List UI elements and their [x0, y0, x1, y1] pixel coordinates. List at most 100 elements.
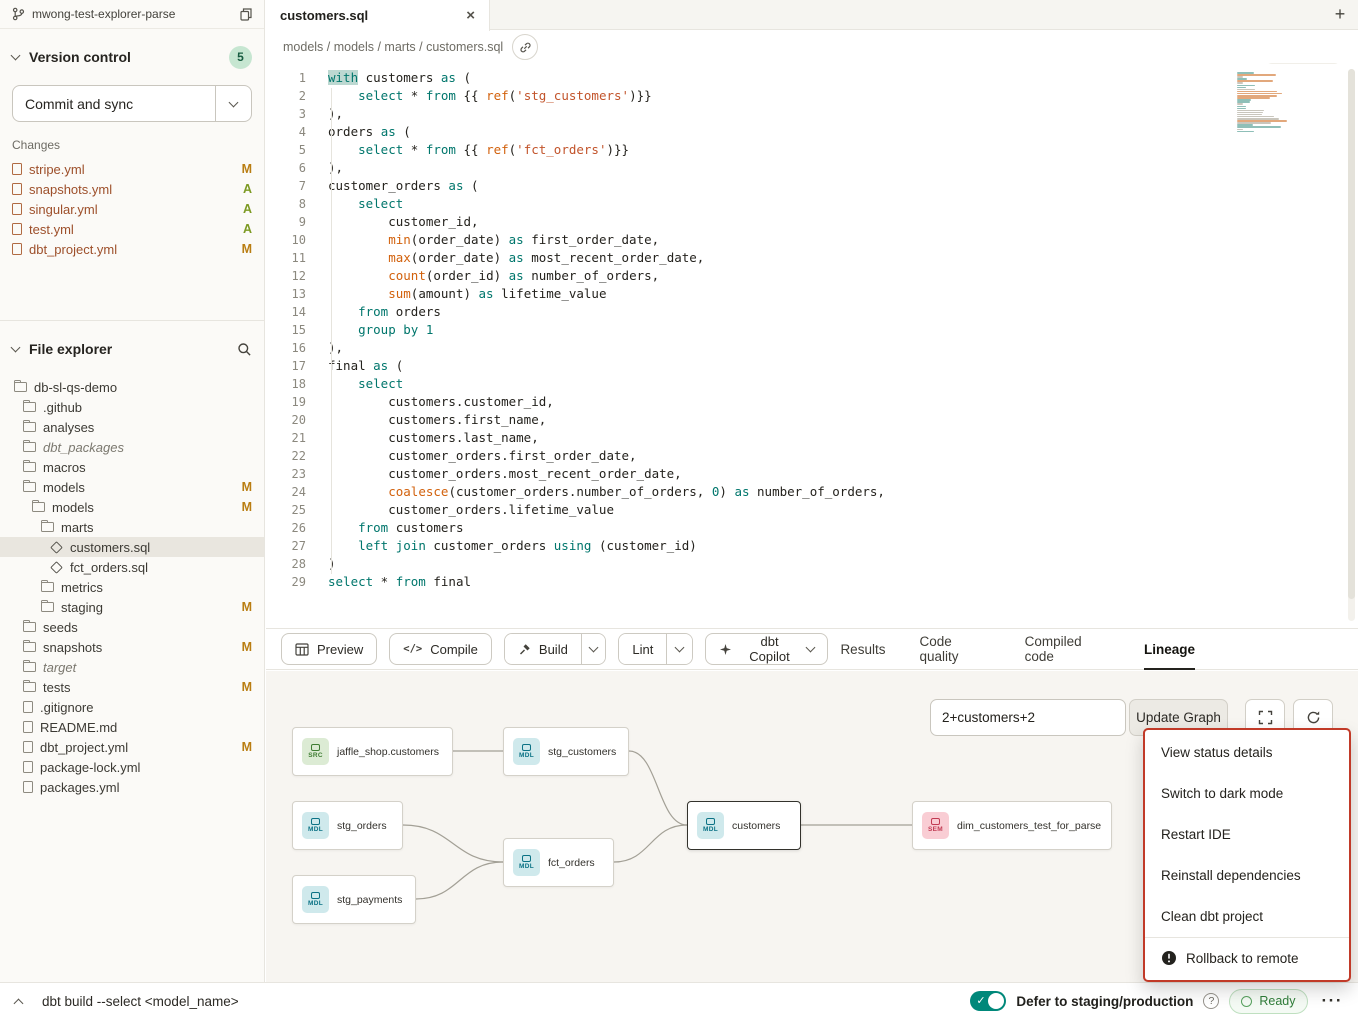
link-icon[interactable]: [512, 34, 538, 60]
menu-item-clean-dbt-project[interactable]: Clean dbt project: [1145, 896, 1349, 937]
changes-list: stripe.ymlMsnapshots.ymlAsingular.ymlAte…: [12, 159, 252, 259]
changed-file-row[interactable]: snapshots.ymlA: [12, 179, 252, 199]
changed-file-row[interactable]: dbt_project.ymlM: [12, 239, 252, 259]
line-number: 8: [266, 195, 306, 213]
close-icon[interactable]: ×: [466, 7, 475, 24]
tree-item-github[interactable]: .github: [0, 397, 264, 417]
chevron-up-icon[interactable]: [14, 998, 24, 1008]
tree-item-models[interactable]: modelsM: [0, 477, 264, 497]
new-tab-button[interactable]: +: [1322, 0, 1358, 29]
menu-item-reinstall-dependencies[interactable]: Reinstall dependencies: [1145, 855, 1349, 896]
chevron-down-icon: [589, 643, 599, 653]
commit-and-sync-button[interactable]: Commit and sync: [12, 85, 252, 122]
chevron-down-icon: [675, 643, 685, 653]
tree-item-snapshots[interactable]: snapshotsM: [0, 637, 264, 657]
tree-item-gitignore[interactable]: .gitignore: [0, 697, 264, 717]
help-icon[interactable]: ?: [1203, 993, 1219, 1009]
tab-code-quality[interactable]: Code quality: [919, 628, 990, 670]
code-line: 3),: [266, 105, 1358, 123]
node-type-label: SEM: [928, 827, 943, 834]
dbt-copilot-button[interactable]: dbt Copilot: [705, 633, 829, 665]
git-branch-icon: [12, 7, 25, 21]
menu-item-rollback-to-remote[interactable]: Rollback to remote: [1145, 937, 1349, 978]
result-tabs: Results Code quality Compiled code Lineage: [840, 628, 1195, 670]
tree-item-marts[interactable]: marts: [0, 517, 264, 537]
tree-item-label: target: [43, 660, 76, 675]
tree-item-db-sl-qs-demo[interactable]: db-sl-qs-demo: [0, 377, 264, 397]
tree-item-metrics[interactable]: metrics: [0, 577, 264, 597]
code-line: 20 customers.first_name,: [266, 411, 1358, 429]
line-number: 11: [266, 249, 306, 267]
minimap[interactable]: [1237, 72, 1295, 133]
tree-item-target[interactable]: target: [0, 657, 264, 677]
changed-file-name: singular.yml: [29, 202, 236, 217]
lineage-node-fct-orders[interactable]: MDLfct_orders: [503, 838, 614, 887]
model-icon: [50, 561, 63, 574]
code-line: 7customer_orders as (: [266, 177, 1358, 195]
line-number: 27: [266, 537, 306, 555]
file-explorer-header[interactable]: File explorer: [12, 331, 252, 367]
tree-item-analyses[interactable]: analyses: [0, 417, 264, 437]
scrollbar-thumb[interactable]: [1348, 69, 1355, 599]
more-options-button[interactable]: ···: [1322, 991, 1343, 1011]
lint-dropdown[interactable]: [666, 634, 691, 664]
tree-item-packages-yml[interactable]: packages.yml: [0, 777, 264, 797]
tree-item-fct-orders-sql[interactable]: fct_orders.sql: [0, 557, 264, 577]
search-icon[interactable]: [237, 342, 252, 357]
menu-item-view-status-details[interactable]: View status details: [1145, 732, 1349, 773]
changed-file-row[interactable]: singular.ymlA: [12, 199, 252, 219]
tab-compiled-code[interactable]: Compiled code: [1025, 628, 1110, 670]
tree-item-customers-sql[interactable]: customers.sql: [0, 537, 264, 557]
changed-file-row[interactable]: test.ymlA: [12, 219, 252, 239]
commit-options-dropdown[interactable]: [215, 86, 251, 121]
lineage-node-stg-customers[interactable]: MDLstg_customers: [503, 727, 629, 776]
menu-item-restart-ide[interactable]: Restart IDE: [1145, 814, 1349, 855]
tree-item-tests[interactable]: testsM: [0, 677, 264, 697]
build-button[interactable]: Build: [505, 634, 581, 664]
version-control-header[interactable]: Version control 5: [12, 39, 252, 75]
tree-item-package-lock-yml[interactable]: package-lock.yml: [0, 757, 264, 777]
changed-file-row[interactable]: stripe.ymlM: [12, 159, 252, 179]
chevron-down-icon: [229, 97, 239, 107]
lineage-node-dim-customers-test-for-parse[interactable]: SEMdim_customers_test_for_parse: [912, 801, 1112, 850]
tree-item-seeds[interactable]: seeds: [0, 617, 264, 637]
menu-item-switch-to-dark-mode[interactable]: Switch to dark mode: [1145, 773, 1349, 814]
editor-tabbar: customers.sql × +: [266, 0, 1358, 30]
lint-button[interactable]: Lint: [619, 634, 666, 664]
tab-results[interactable]: Results: [840, 628, 885, 670]
lineage-node-customers[interactable]: MDLcustomers: [687, 801, 801, 850]
chevron-down-icon[interactable]: [11, 51, 21, 61]
lineage-node-stg-orders[interactable]: MDLstg_orders: [292, 801, 403, 850]
line-number: 7: [266, 177, 306, 195]
tree-item-staging[interactable]: stagingM: [0, 597, 264, 617]
tree-item-models[interactable]: modelsM: [0, 497, 264, 517]
code-line: 12 count(order_id) as number_of_orders,: [266, 267, 1358, 285]
build-dropdown[interactable]: [581, 634, 606, 664]
tree-item-dbt-packages[interactable]: dbt_packages: [0, 437, 264, 457]
tree-item-dbt-project-yml[interactable]: dbt_project.ymlM: [0, 737, 264, 757]
code-line: 28): [266, 555, 1358, 573]
editor-tab-customers[interactable]: customers.sql ×: [266, 0, 490, 31]
preview-button[interactable]: Preview: [281, 633, 377, 665]
code-editor[interactable]: 1with customers as (2 select * from {{ r…: [266, 64, 1358, 628]
tree-item-label: .github: [43, 400, 82, 415]
node-label: stg_orders: [337, 820, 387, 832]
file-icon: [23, 741, 33, 753]
compile-button[interactable]: </> Compile: [389, 633, 492, 665]
tab-lineage[interactable]: Lineage: [1144, 628, 1195, 670]
tree-item-macros[interactable]: macros: [0, 457, 264, 477]
lineage-node-stg-payments[interactable]: MDLstg_payments: [292, 875, 416, 924]
tree-item-label: snapshots: [43, 640, 102, 655]
file-icon: [12, 163, 22, 175]
lineage-search-input[interactable]: [930, 699, 1126, 736]
tree-item-readme-md[interactable]: README.md: [0, 717, 264, 737]
changes-count-badge: 5: [229, 46, 252, 69]
chevron-down-icon: [806, 643, 816, 653]
line-number: 22: [266, 447, 306, 465]
lineage-node-jaffle-shop-customers[interactable]: SRCjaffle_shop.customers: [292, 727, 453, 776]
line-number: 24: [266, 483, 306, 501]
chevron-down-icon[interactable]: [11, 343, 21, 353]
defer-toggle[interactable]: ✓: [970, 991, 1006, 1011]
copy-icon[interactable]: [240, 8, 252, 21]
editor-scrollbar[interactable]: [1348, 69, 1355, 621]
